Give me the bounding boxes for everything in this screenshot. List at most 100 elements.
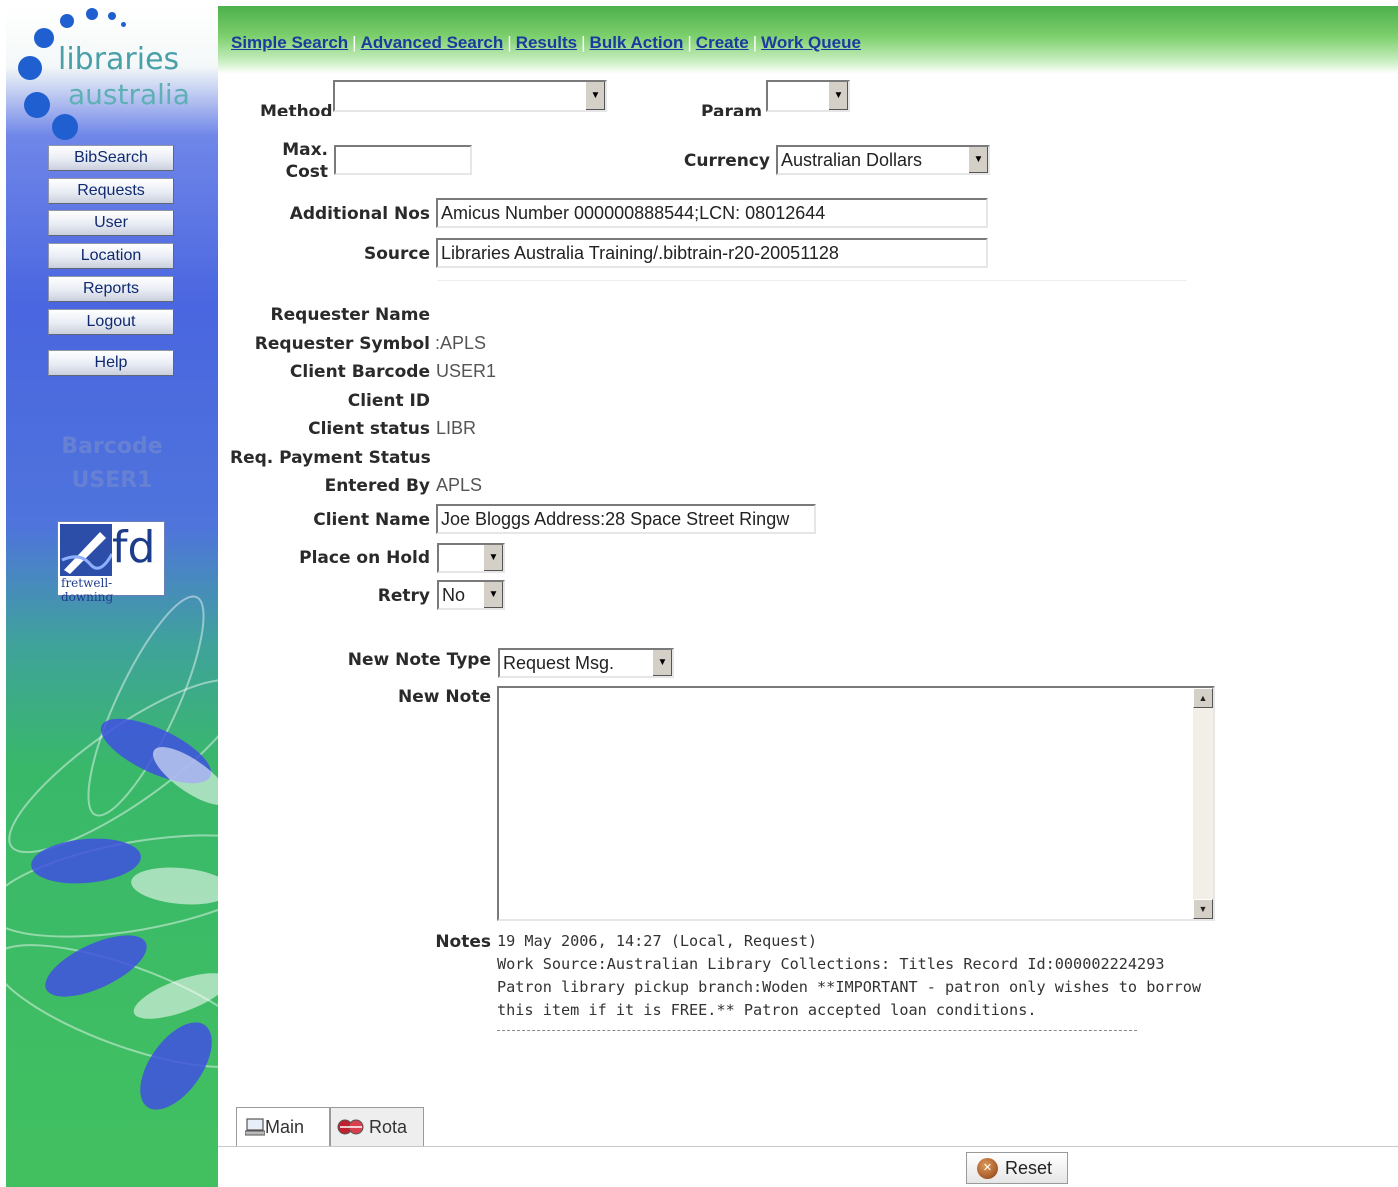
client-barcode-value: USER1	[436, 361, 497, 381]
section-divider	[437, 280, 1187, 281]
additional-nos-label: Additional Nos	[289, 204, 430, 224]
sidebar-button-help[interactable]: Help	[48, 350, 174, 376]
requester-symbol-value: :APLS	[435, 333, 487, 353]
logo-dot	[52, 114, 78, 140]
fd-mark: fd	[112, 522, 156, 573]
method-label: Method	[260, 102, 333, 116]
reset-icon: ✕	[977, 1158, 998, 1179]
client-status-label: Client status	[308, 419, 430, 439]
chevron-down-icon: ▼	[483, 582, 503, 608]
max-cost-input[interactable]	[334, 145, 472, 175]
tab-main[interactable]: Main	[236, 1107, 330, 1147]
currency-select[interactable]: Australian Dollars ▼	[776, 145, 990, 175]
logo-dot	[108, 12, 116, 20]
retry-label: Retry	[377, 586, 430, 606]
scroll-up-arrow-icon[interactable]: ▲	[1193, 688, 1213, 708]
new-note-type-label: New Note Type	[347, 650, 491, 670]
nav-create[interactable]: Create	[696, 33, 749, 52]
param-label: Param	[701, 102, 763, 116]
req-payment-status-label: Req. Payment Status	[230, 448, 431, 468]
nav-simple-search[interactable]: Simple Search	[231, 33, 348, 52]
place-on-hold-select[interactable]: ▼	[437, 543, 505, 573]
chevron-down-icon: ▼	[968, 147, 988, 173]
nav-advanced-search[interactable]: Advanced Search	[361, 33, 504, 52]
logo-text-australia: australia	[68, 78, 190, 111]
place-on-hold-label: Place on Hold	[299, 548, 430, 568]
tab-rota[interactable]: Rota	[330, 1107, 424, 1147]
reset-button-label: Reset	[1005, 1158, 1053, 1178]
client-name-input[interactable]: Joe Bloggs Address:28 Space Street Ringw	[436, 504, 816, 534]
client-id-label: Client ID	[347, 391, 430, 411]
retry-select[interactable]: No ▼	[437, 580, 505, 610]
method-select[interactable]: ▼	[333, 80, 607, 112]
rota-icon	[337, 1119, 364, 1135]
barcode-label: Barcode	[61, 434, 163, 459]
fd-caption: fretwell-downing	[61, 576, 114, 604]
entered-by-label: Entered By	[324, 476, 430, 496]
sidebar-button-logout[interactable]: Logout	[48, 309, 174, 335]
vertical-scrollbar[interactable]: ▲ ▼	[1193, 688, 1213, 919]
logo-dot	[121, 22, 126, 27]
computer-icon	[245, 1118, 265, 1136]
nav-work-queue[interactable]: Work Queue	[761, 33, 861, 52]
notes-divider	[497, 1030, 1137, 1031]
notes-line: 19 May 2006, 14:27 (Local, Request)	[497, 932, 818, 950]
sidebar-button-requests[interactable]: Requests	[48, 178, 174, 204]
sidebar-button-user[interactable]: User	[48, 210, 174, 236]
nav-separator: |	[507, 33, 512, 52]
sidebar-button-location[interactable]: Location	[48, 243, 174, 269]
client-barcode-label: Client Barcode	[289, 362, 430, 382]
requester-name-label: Requester Name	[270, 305, 430, 325]
currency-select-value: Australian Dollars	[781, 150, 923, 170]
chevron-down-icon: ▼	[828, 82, 848, 110]
nav-results[interactable]: Results	[516, 33, 577, 52]
notes-text: 19 May 2006, 14:27 (Local, Request) Work …	[497, 930, 1201, 1022]
sidebar-button-bibsearch[interactable]: BibSearch	[48, 145, 174, 171]
chevron-down-icon: ▼	[652, 650, 672, 676]
pen-graphic-icon	[60, 524, 112, 576]
tab-main-label: Main	[265, 1117, 305, 1137]
source-label: Source	[363, 244, 430, 264]
max-cost-label: Max.	[282, 140, 328, 160]
retry-select-value: No	[442, 585, 466, 605]
entered-by-value: APLS	[436, 475, 483, 495]
notes-label: Notes	[435, 932, 491, 952]
tab-strip: Main Rota	[218, 1107, 1398, 1147]
chevron-down-icon: ▼	[483, 545, 503, 571]
reset-button[interactable]: ✕ Reset	[966, 1152, 1068, 1184]
logo-dot	[18, 56, 42, 80]
client-status-value: LIBR	[436, 418, 477, 438]
requester-symbol-label: Requester Symbol	[254, 334, 430, 354]
currency-label: Currency	[683, 151, 770, 171]
nav-separator: |	[687, 33, 692, 52]
barcode-value: USER1	[71, 468, 153, 493]
method-param-row: Method ▼ Param ▼	[218, 74, 1398, 116]
new-note-type-value: Request Msg.	[503, 653, 615, 673]
logo-dot	[34, 28, 54, 48]
new-note-textarea[interactable]: ▲ ▼	[497, 686, 1215, 921]
logo-dot	[24, 92, 50, 118]
scroll-down-arrow-icon[interactable]: ▼	[1193, 899, 1213, 919]
client-name-label: Client Name	[313, 510, 430, 530]
param-select[interactable]: ▼	[766, 80, 850, 112]
sidebar-button-reports[interactable]: Reports	[48, 276, 174, 302]
logo-dot	[60, 14, 74, 28]
logo-dot	[86, 8, 98, 20]
nav-separator: |	[352, 33, 357, 52]
chevron-down-icon: ▼	[585, 82, 605, 110]
max-cost-label-line2: Cost	[285, 162, 328, 182]
top-nav: Simple Search | Advanced Search | Results | Bu…	[231, 33, 861, 53]
new-note-label: New Note	[398, 687, 491, 707]
new-note-type-select[interactable]: Request Msg. ▼	[498, 648, 674, 678]
notes-line: Work Source:Australian Library Collectio…	[497, 955, 1165, 973]
tab-rota-label: Rota	[369, 1117, 408, 1137]
nav-separator: |	[581, 33, 586, 52]
notes-line: this item if it is FREE.** Patron accept…	[497, 1001, 1037, 1019]
tab-baseline	[218, 1146, 1398, 1147]
nav-bulk-action[interactable]: Bulk Action	[590, 33, 684, 52]
notes-line: Patron library pickup branch:Woden **IMP…	[497, 978, 1202, 996]
fretwell-downing-logo: fd fretwell-downing	[57, 521, 165, 604]
source-input[interactable]: Libraries Australia Training/.bibtrain-r…	[436, 238, 988, 268]
nav-separator: |	[752, 33, 758, 52]
additional-nos-input[interactable]: Amicus Number 000000888544;LCN: 08012644	[436, 198, 988, 228]
